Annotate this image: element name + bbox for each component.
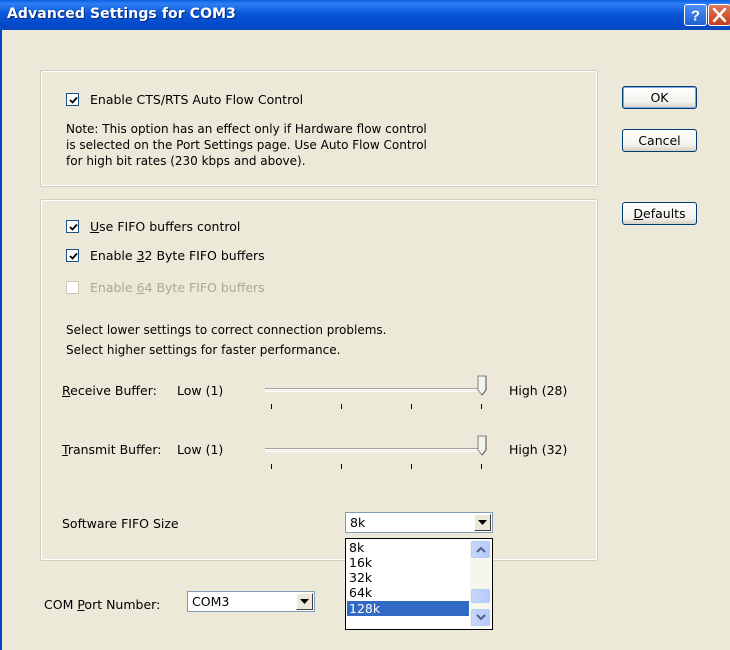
defaults-label: efaults — [643, 206, 686, 221]
enable-64-checkbox[interactable] — [66, 281, 79, 294]
flow-control-note: Note: This option has an effect only if … — [66, 121, 427, 169]
cancel-button[interactable]: Cancel — [622, 129, 697, 152]
com-port-post: ort Number: — [84, 597, 161, 612]
software-fifo-combo[interactable]: 8k — [345, 512, 493, 533]
hint-line: Select higher settings for faster perfor… — [66, 343, 341, 357]
receive-text: eceive Buffer: — [70, 383, 157, 398]
svg-text:?: ? — [691, 8, 700, 25]
slider-tick — [481, 464, 482, 469]
window-left-border — [0, 30, 2, 650]
defaults-button[interactable]: Defaults — [622, 202, 697, 225]
checkmark-icon — [69, 223, 78, 231]
slider-tick — [411, 464, 412, 469]
slider-tick — [271, 464, 272, 469]
transmit-slider-track[interactable] — [265, 448, 487, 452]
receive-low-label: Low (1) — [177, 383, 224, 398]
transmit-high-label: High (32) — [509, 442, 568, 457]
enable-32-accel: 3 — [136, 248, 145, 263]
transmit-buffer-label: Transmit Buffer: — [62, 442, 162, 457]
help-button[interactable]: ? — [684, 4, 707, 26]
title-bar[interactable]: Advanced Settings for COM3 ? — [0, 0, 730, 30]
com-port-dropdown-button[interactable] — [296, 593, 313, 610]
list-item[interactable]: 8k — [347, 540, 469, 555]
enable-32-pre: Enable — [90, 248, 137, 263]
receive-high-label: High (28) — [509, 383, 568, 398]
use-fifo-checkbox[interactable] — [66, 220, 79, 233]
enable-64-post: 4 Byte FIFO buffers — [144, 280, 265, 295]
scroll-thumb[interactable] — [471, 589, 490, 603]
close-button[interactable] — [708, 4, 730, 26]
chevron-down-icon — [478, 520, 487, 525]
list-scrollbar[interactable] — [470, 540, 491, 628]
note-line: is selected on the Port Settings page. U… — [66, 138, 427, 152]
slider-tick — [411, 404, 412, 409]
hint-line: Select lower settings to correct connect… — [66, 323, 387, 337]
window-title: Advanced Settings for COM3 — [7, 6, 236, 22]
software-fifo-dropdown-button[interactable] — [474, 514, 491, 531]
note-line: Note: This option has an effect only if … — [66, 122, 427, 136]
transmit-low-label: Low (1) — [177, 442, 224, 457]
list-item[interactable]: 16k — [347, 555, 469, 570]
enable-64-label: Enable 64 Byte FIFO buffers — [90, 280, 265, 295]
chevron-down-icon — [300, 599, 309, 604]
com-port-pre: COM — [44, 597, 78, 612]
enable-64-accel: 6 — [136, 280, 145, 295]
ok-button[interactable]: OK — [622, 86, 697, 109]
checkmark-icon — [69, 252, 78, 260]
chevron-down-icon — [476, 614, 486, 621]
enable-32-label: Enable 32 Byte FIFO buffers — [90, 248, 265, 263]
receive-slider-track[interactable] — [265, 388, 487, 392]
list-item[interactable]: 64k — [347, 585, 469, 600]
slider-tick — [341, 464, 342, 469]
note-line: for high bit rates (230 kbps and above). — [66, 154, 306, 168]
close-icon — [712, 7, 727, 23]
slider-tick — [481, 404, 482, 409]
transmit-text: ransmit Buffer: — [67, 442, 162, 457]
slider-tick — [341, 404, 342, 409]
list-item[interactable]: 32k — [347, 570, 469, 585]
software-fifo-value: 8k — [350, 515, 366, 530]
flow-control-label: Enable CTS/RTS Auto Flow Control — [90, 92, 304, 107]
enable-32-checkbox[interactable] — [66, 249, 79, 262]
use-fifo-label: Use FIFO buffers control — [90, 219, 240, 234]
flow-control-checkbox[interactable] — [66, 93, 79, 106]
receive-accel: R — [62, 383, 71, 398]
fifo-hint: Select lower settings to correct connect… — [66, 320, 386, 360]
scroll-up-button[interactable] — [471, 541, 490, 558]
enable-32-post: 2 Byte FIFO buffers — [144, 248, 265, 263]
slider-tick — [271, 404, 272, 409]
receive-slider-thumb[interactable] — [477, 375, 488, 397]
use-fifo-accel: U — [90, 219, 100, 234]
com-port-combo[interactable]: COM3 — [187, 591, 315, 612]
receive-buffer-label: Receive Buffer: — [62, 383, 157, 398]
enable-64-pre: Enable — [90, 280, 137, 295]
com-port-label: COM Port Number: — [44, 597, 160, 612]
use-fifo-text: se FIFO buffers control — [99, 219, 241, 234]
software-fifo-list[interactable]: 8k 16k 32k 64k 128k — [345, 538, 493, 630]
software-fifo-label: Software FIFO Size — [62, 516, 179, 531]
chevron-up-icon — [476, 546, 486, 553]
transmit-slider-thumb[interactable] — [477, 435, 488, 457]
checkmark-icon — [69, 96, 78, 104]
com-port-value: COM3 — [192, 594, 230, 609]
defaults-accel: D — [633, 206, 644, 221]
list-item-selected[interactable]: 128k — [347, 601, 469, 616]
scroll-down-button[interactable] — [471, 609, 490, 626]
help-icon: ? — [691, 8, 700, 25]
